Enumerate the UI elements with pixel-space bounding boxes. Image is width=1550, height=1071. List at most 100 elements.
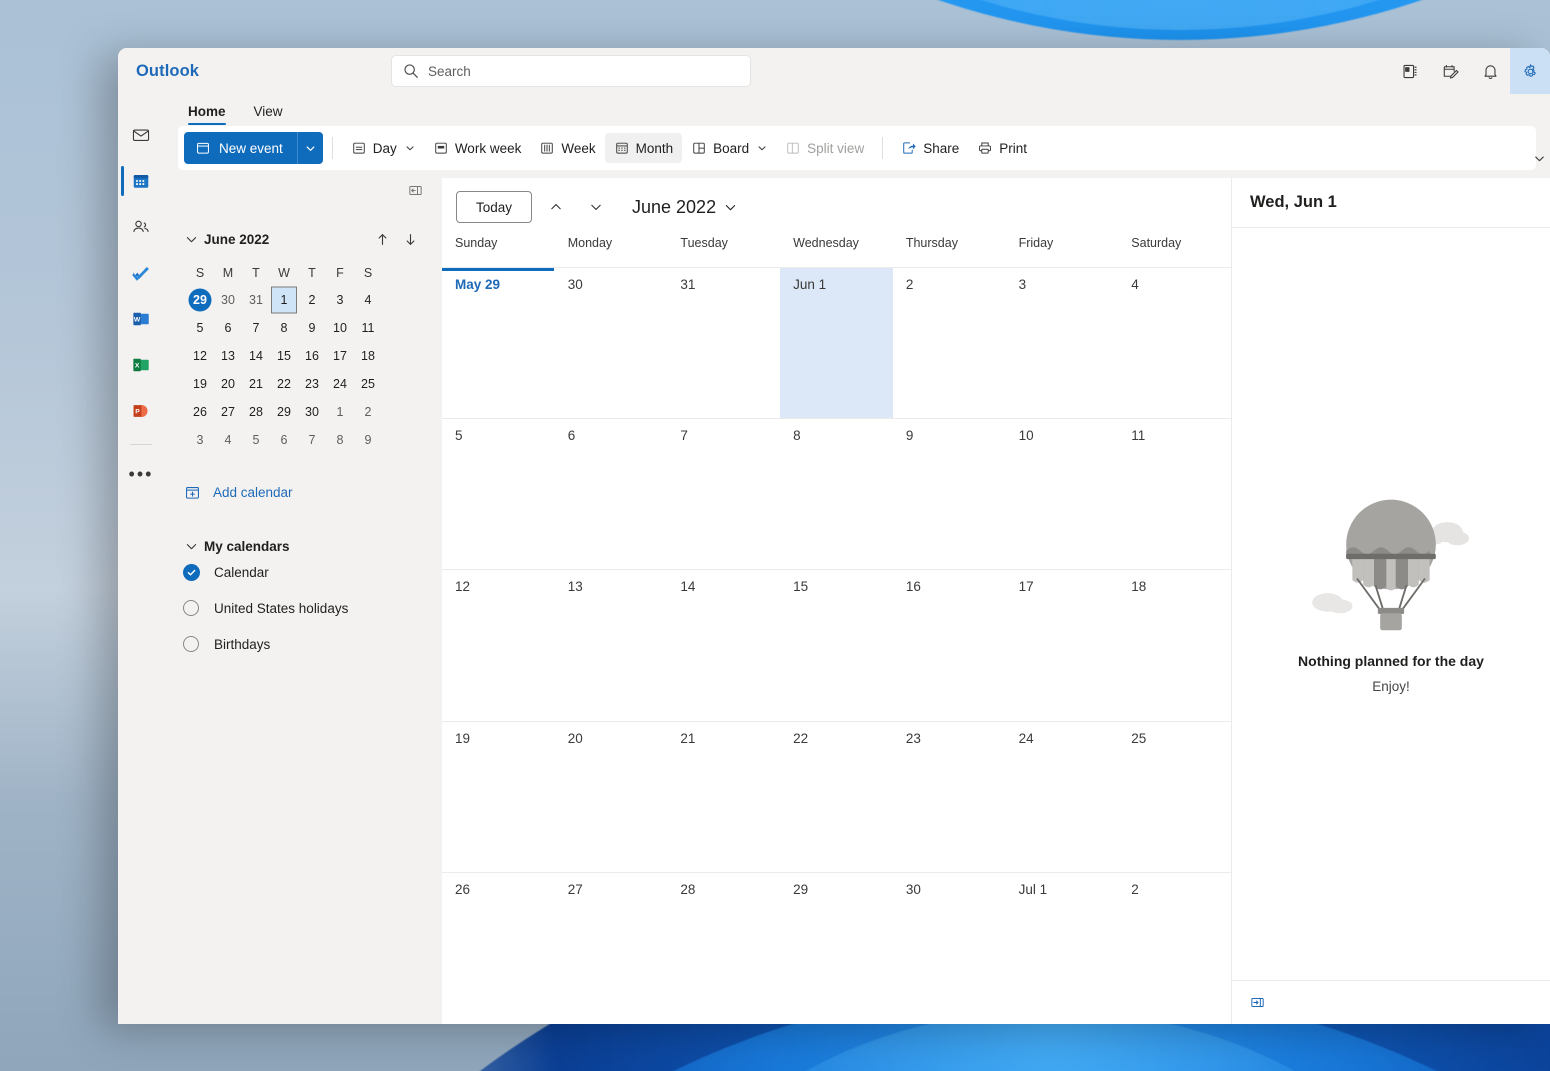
mini-calendar-day[interactable]: 20 [214, 370, 242, 398]
view-month-button[interactable]: Month [605, 133, 683, 163]
bell-icon[interactable] [1470, 48, 1510, 94]
month-day-cell[interactable]: 4 [1118, 268, 1231, 418]
rail-item-powerpoint[interactable]: P [118, 388, 164, 434]
mini-calendar-day[interactable]: 2 [298, 286, 326, 314]
period-picker[interactable]: June 2022 [632, 197, 737, 218]
mini-calendar-day[interactable]: 28 [242, 398, 270, 426]
mini-calendar-day[interactable]: 7 [242, 314, 270, 342]
mini-calendar-day[interactable]: 16 [298, 342, 326, 370]
mini-calendar-day[interactable]: 3 [326, 286, 354, 314]
calendar-list-item[interactable]: Birthdays [178, 626, 442, 662]
tab-home[interactable]: Home [178, 101, 236, 126]
month-day-cell[interactable]: 31 [667, 268, 780, 418]
mini-calendar-day[interactable]: 19 [186, 370, 214, 398]
month-day-cell[interactable]: 24 [1006, 722, 1119, 872]
mini-calendar-day[interactable]: 30 [214, 286, 242, 314]
share-button[interactable]: Share [892, 133, 968, 163]
gear-icon[interactable] [1510, 48, 1550, 94]
mini-calendar-day[interactable]: 5 [186, 314, 214, 342]
mini-calendar-day[interactable]: 14 [242, 342, 270, 370]
month-day-cell[interactable]: 14 [667, 570, 780, 720]
mini-calendar-day[interactable]: 3 [186, 426, 214, 454]
previous-period-button[interactable] [540, 191, 572, 223]
mini-calendar-next-button[interactable] [396, 232, 424, 247]
mini-calendar-day[interactable]: 2 [354, 398, 382, 426]
month-day-cell[interactable]: May 29 [442, 268, 555, 418]
today-button[interactable]: Today [456, 191, 532, 223]
month-day-cell[interactable]: 25 [1118, 722, 1231, 872]
rail-item-excel[interactable]: X [118, 342, 164, 388]
next-period-button[interactable] [580, 191, 612, 223]
month-day-cell[interactable]: 30 [555, 268, 668, 418]
checkbox-unchecked-icon[interactable] [178, 600, 204, 616]
month-day-cell[interactable]: 23 [893, 722, 1006, 872]
month-day-cell[interactable]: 10 [1006, 419, 1119, 569]
split-view-button[interactable]: Split view [776, 133, 873, 163]
mini-calendar-day[interactable]: 26 [186, 398, 214, 426]
mini-calendar-day[interactable]: 12 [186, 342, 214, 370]
rail-item-word[interactable]: W [118, 296, 164, 342]
month-day-cell[interactable]: 27 [555, 873, 668, 1024]
rail-item-todo[interactable] [118, 250, 164, 296]
month-day-cell[interactable]: 29 [780, 873, 893, 1024]
month-day-cell[interactable]: 16 [893, 570, 1006, 720]
add-calendar-button[interactable]: Add calendar [184, 484, 442, 501]
view-week-button[interactable]: Week [530, 133, 604, 163]
mini-calendar-day[interactable]: 24 [326, 370, 354, 398]
mini-calendar-day[interactable]: 21 [242, 370, 270, 398]
new-event-dropdown-button[interactable] [297, 132, 323, 164]
view-work-week-button[interactable]: Work week [424, 133, 531, 163]
month-day-cell[interactable]: 8 [780, 419, 893, 569]
mini-calendar-day[interactable]: 9 [354, 426, 382, 454]
mini-calendar-day[interactable]: 22 [270, 370, 298, 398]
mini-calendar-day[interactable]: 30 [298, 398, 326, 426]
mini-calendar-day[interactable]: 18 [354, 342, 382, 370]
month-day-cell[interactable]: 22 [780, 722, 893, 872]
mini-calendar-prev-button[interactable] [368, 232, 396, 247]
month-day-cell[interactable]: 6 [555, 419, 668, 569]
mini-calendar-day[interactable]: 8 [326, 426, 354, 454]
month-day-cell[interactable]: 21 [667, 722, 780, 872]
mini-calendar-day[interactable]: 1 [270, 286, 298, 314]
chevron-down-icon[interactable] [178, 233, 204, 246]
month-day-cell[interactable]: 19 [442, 722, 555, 872]
new-event-button[interactable]: New event [184, 132, 297, 164]
mini-calendar-day[interactable]: 5 [242, 426, 270, 454]
mini-calendar-day[interactable]: 13 [214, 342, 242, 370]
print-button[interactable]: Print [968, 133, 1036, 163]
month-day-cell[interactable]: 13 [555, 570, 668, 720]
checkbox-checked-icon[interactable] [178, 564, 204, 581]
ribbon-overflow-chevron-icon[interactable] [1533, 152, 1546, 165]
month-day-cell[interactable]: 18 [1118, 570, 1231, 720]
mini-calendar-day[interactable]: 31 [242, 286, 270, 314]
month-day-cell[interactable]: 7 [667, 419, 780, 569]
month-day-cell[interactable]: 15 [780, 570, 893, 720]
month-day-cell[interactable]: 28 [667, 873, 780, 1024]
month-day-cell[interactable]: Jul 1 [1006, 873, 1119, 1024]
view-board-button[interactable]: Board [682, 133, 776, 163]
mini-calendar-day[interactable]: 17 [326, 342, 354, 370]
month-day-cell[interactable]: 5 [442, 419, 555, 569]
month-day-cell[interactable]: 17 [1006, 570, 1119, 720]
mini-calendar-day[interactable]: 15 [270, 342, 298, 370]
mini-calendar-day[interactable]: 9 [298, 314, 326, 342]
onenote-icon[interactable] [1390, 48, 1430, 94]
rail-item-more-apps[interactable]: ••• [118, 451, 164, 497]
month-day-cell[interactable]: 30 [893, 873, 1006, 1024]
month-day-cell[interactable]: 9 [893, 419, 1006, 569]
my-calendars-header[interactable]: My calendars [178, 539, 442, 554]
calendar-list-item[interactable]: Calendar [178, 554, 442, 590]
month-day-cell[interactable]: 20 [555, 722, 668, 872]
collapse-pane-button[interactable] [404, 179, 426, 201]
mini-calendar-day[interactable]: 29 [186, 286, 214, 314]
mini-calendar-day[interactable]: 11 [354, 314, 382, 342]
mini-calendar-day[interactable]: 4 [354, 286, 382, 314]
checkbox-unchecked-icon[interactable] [178, 636, 204, 652]
calendar-list-item[interactable]: United States holidays [178, 590, 442, 626]
rail-item-people[interactable] [118, 204, 164, 250]
mini-calendar-day[interactable]: 25 [354, 370, 382, 398]
tab-view[interactable]: View [244, 101, 293, 126]
search-input[interactable] [428, 64, 740, 79]
rail-item-calendar[interactable] [118, 158, 164, 204]
mini-calendar-day[interactable]: 10 [326, 314, 354, 342]
